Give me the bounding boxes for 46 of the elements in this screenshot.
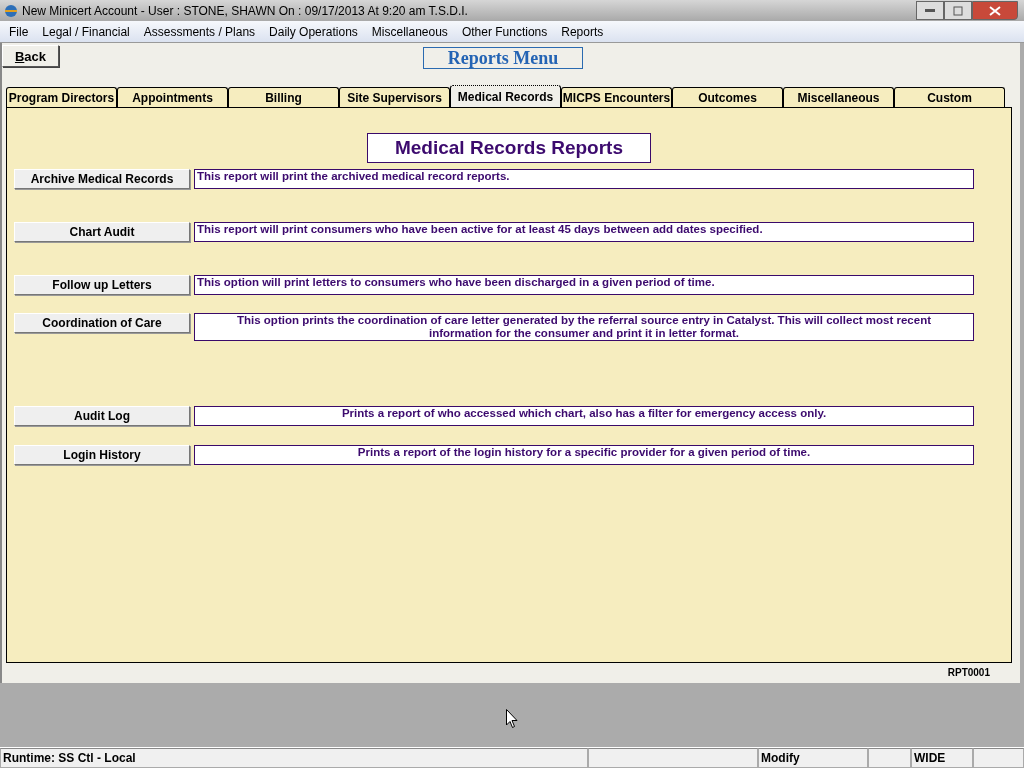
report-button[interactable]: Chart Audit bbox=[14, 222, 190, 242]
status-view: WIDE bbox=[911, 748, 973, 768]
mouse-pointer-icon bbox=[506, 709, 518, 728]
window-title: New Minicert Account - User : STONE, SHAWN On : 09/17/2013 At 9:20 am T.S.D.I. bbox=[22, 3, 468, 18]
report-description: This report will print consumers who have been active for at least 45 days between add dates specified. bbox=[194, 222, 974, 242]
status-runtime: Runtime: SS Ctl - Local bbox=[0, 748, 588, 768]
minimize-button[interactable] bbox=[916, 1, 944, 20]
report-button[interactable]: Follow up Letters bbox=[14, 275, 190, 295]
restore-icon bbox=[953, 5, 963, 16]
tab[interactable]: MICPS Encounters bbox=[561, 87, 672, 107]
tab[interactable]: Billing bbox=[228, 87, 339, 107]
report-button[interactable]: Login History bbox=[14, 445, 190, 465]
tab[interactable]: Appointments bbox=[117, 87, 228, 107]
report-button[interactable]: Audit Log bbox=[14, 406, 190, 426]
page-title: Reports Menu bbox=[423, 47, 583, 69]
menu-item[interactable]: Legal / Financial bbox=[35, 24, 137, 39]
section-title: Medical Records Reports bbox=[367, 133, 651, 163]
menu-item[interactable]: File bbox=[2, 24, 36, 39]
tab[interactable]: Custom bbox=[894, 87, 1005, 107]
menu-item[interactable]: Other Functions bbox=[454, 24, 555, 39]
report-description: Prints a report of the login history for a specific provider for a given period of time. bbox=[194, 445, 974, 465]
status-pane bbox=[973, 748, 1024, 768]
menu-item[interactable]: Miscellaneous bbox=[364, 24, 455, 39]
tab[interactable]: Program Directors bbox=[6, 87, 117, 107]
back-button[interactable]: Back bbox=[2, 45, 59, 67]
form-code: RPT0001 bbox=[947, 667, 990, 678]
status-mode: Modify bbox=[758, 748, 868, 768]
status-pane bbox=[868, 748, 911, 768]
menu-item[interactable]: Reports bbox=[554, 24, 611, 39]
menu-item[interactable]: Daily Operations bbox=[262, 24, 365, 39]
report-description: This option will print letters to consumers who have been discharged in a given period of time. bbox=[194, 275, 974, 295]
app-globe-icon bbox=[4, 3, 18, 18]
tab[interactable]: Miscellaneous bbox=[783, 87, 894, 107]
report-description: This option prints the coordination of care letter generated by the referral source entry in Catalyst. This will collect most recent information for the consumer and print it in letter format. bbox=[194, 313, 974, 341]
close-button[interactable] bbox=[972, 1, 1018, 20]
report-description: This report will print the archived medical record reports. bbox=[194, 169, 974, 189]
restore-button[interactable] bbox=[944, 1, 972, 20]
report-button[interactable]: Archive Medical Records bbox=[14, 169, 190, 189]
tab[interactable]: Medical Records bbox=[450, 85, 561, 107]
report-description: Prints a report of who accessed which chart, also has a filter for emergency access only. bbox=[194, 406, 974, 426]
tab[interactable]: Outcomes bbox=[672, 87, 783, 107]
close-icon bbox=[989, 5, 1001, 16]
menu-item[interactable]: Assessments / Plans bbox=[136, 24, 263, 39]
minimize-icon bbox=[925, 8, 935, 13]
tab[interactable]: Site Supervisors bbox=[339, 87, 450, 107]
report-button[interactable]: Coordination of Care bbox=[14, 313, 190, 333]
